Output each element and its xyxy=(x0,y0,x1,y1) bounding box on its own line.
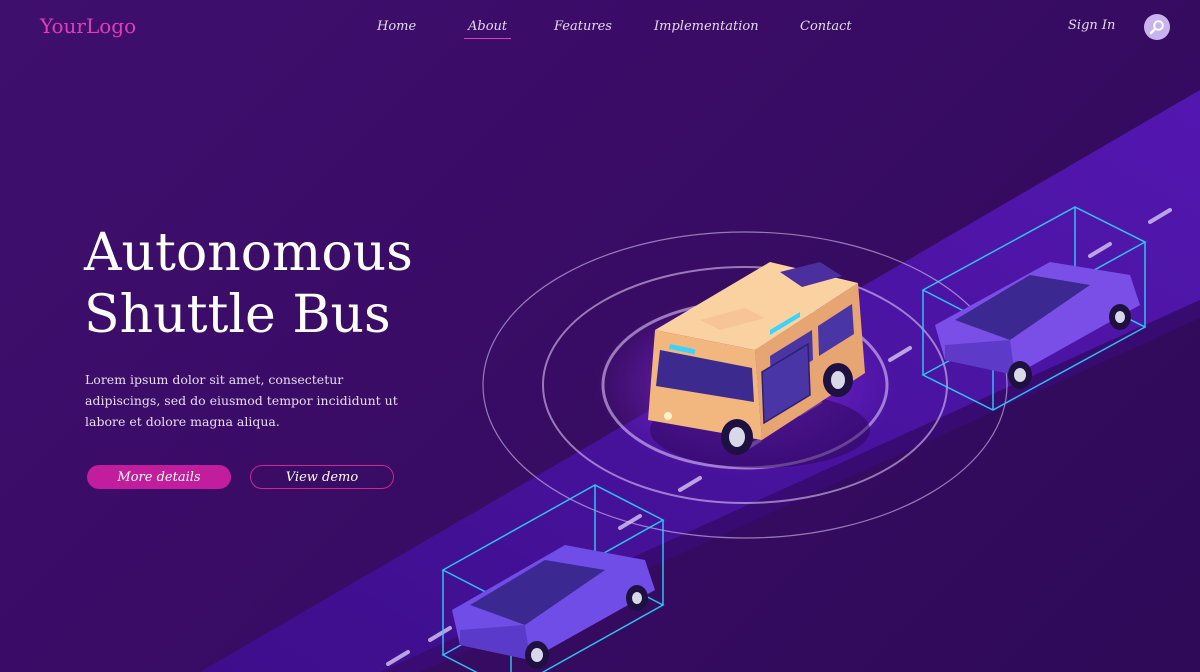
hero-description: Lorem ipsum dolor sit amet, consectetur … xyxy=(85,372,398,429)
nav-contact[interactable]: Contact xyxy=(800,19,852,34)
hero-title-line1: Autonomous xyxy=(84,223,413,283)
hero-title: Autonomous Shuttle Bus xyxy=(84,222,504,346)
nav-implementation[interactable]: Implementation xyxy=(654,19,759,34)
shuttle-bus xyxy=(648,262,870,468)
nav-home[interactable]: Home xyxy=(377,19,416,34)
search-icon xyxy=(1149,20,1164,35)
main-nav: Home About Features Implementation Conta… xyxy=(0,19,1200,39)
sign-in-link[interactable]: Sign In xyxy=(1068,18,1115,33)
view-demo-button[interactable]: View demo xyxy=(250,465,394,489)
nav-about[interactable]: About xyxy=(463,19,512,39)
search-button[interactable] xyxy=(1144,14,1170,40)
nav-features[interactable]: Features xyxy=(554,19,612,34)
hero-title-line2: Shuttle Bus xyxy=(84,285,391,345)
more-details-button[interactable]: More details xyxy=(87,465,231,489)
